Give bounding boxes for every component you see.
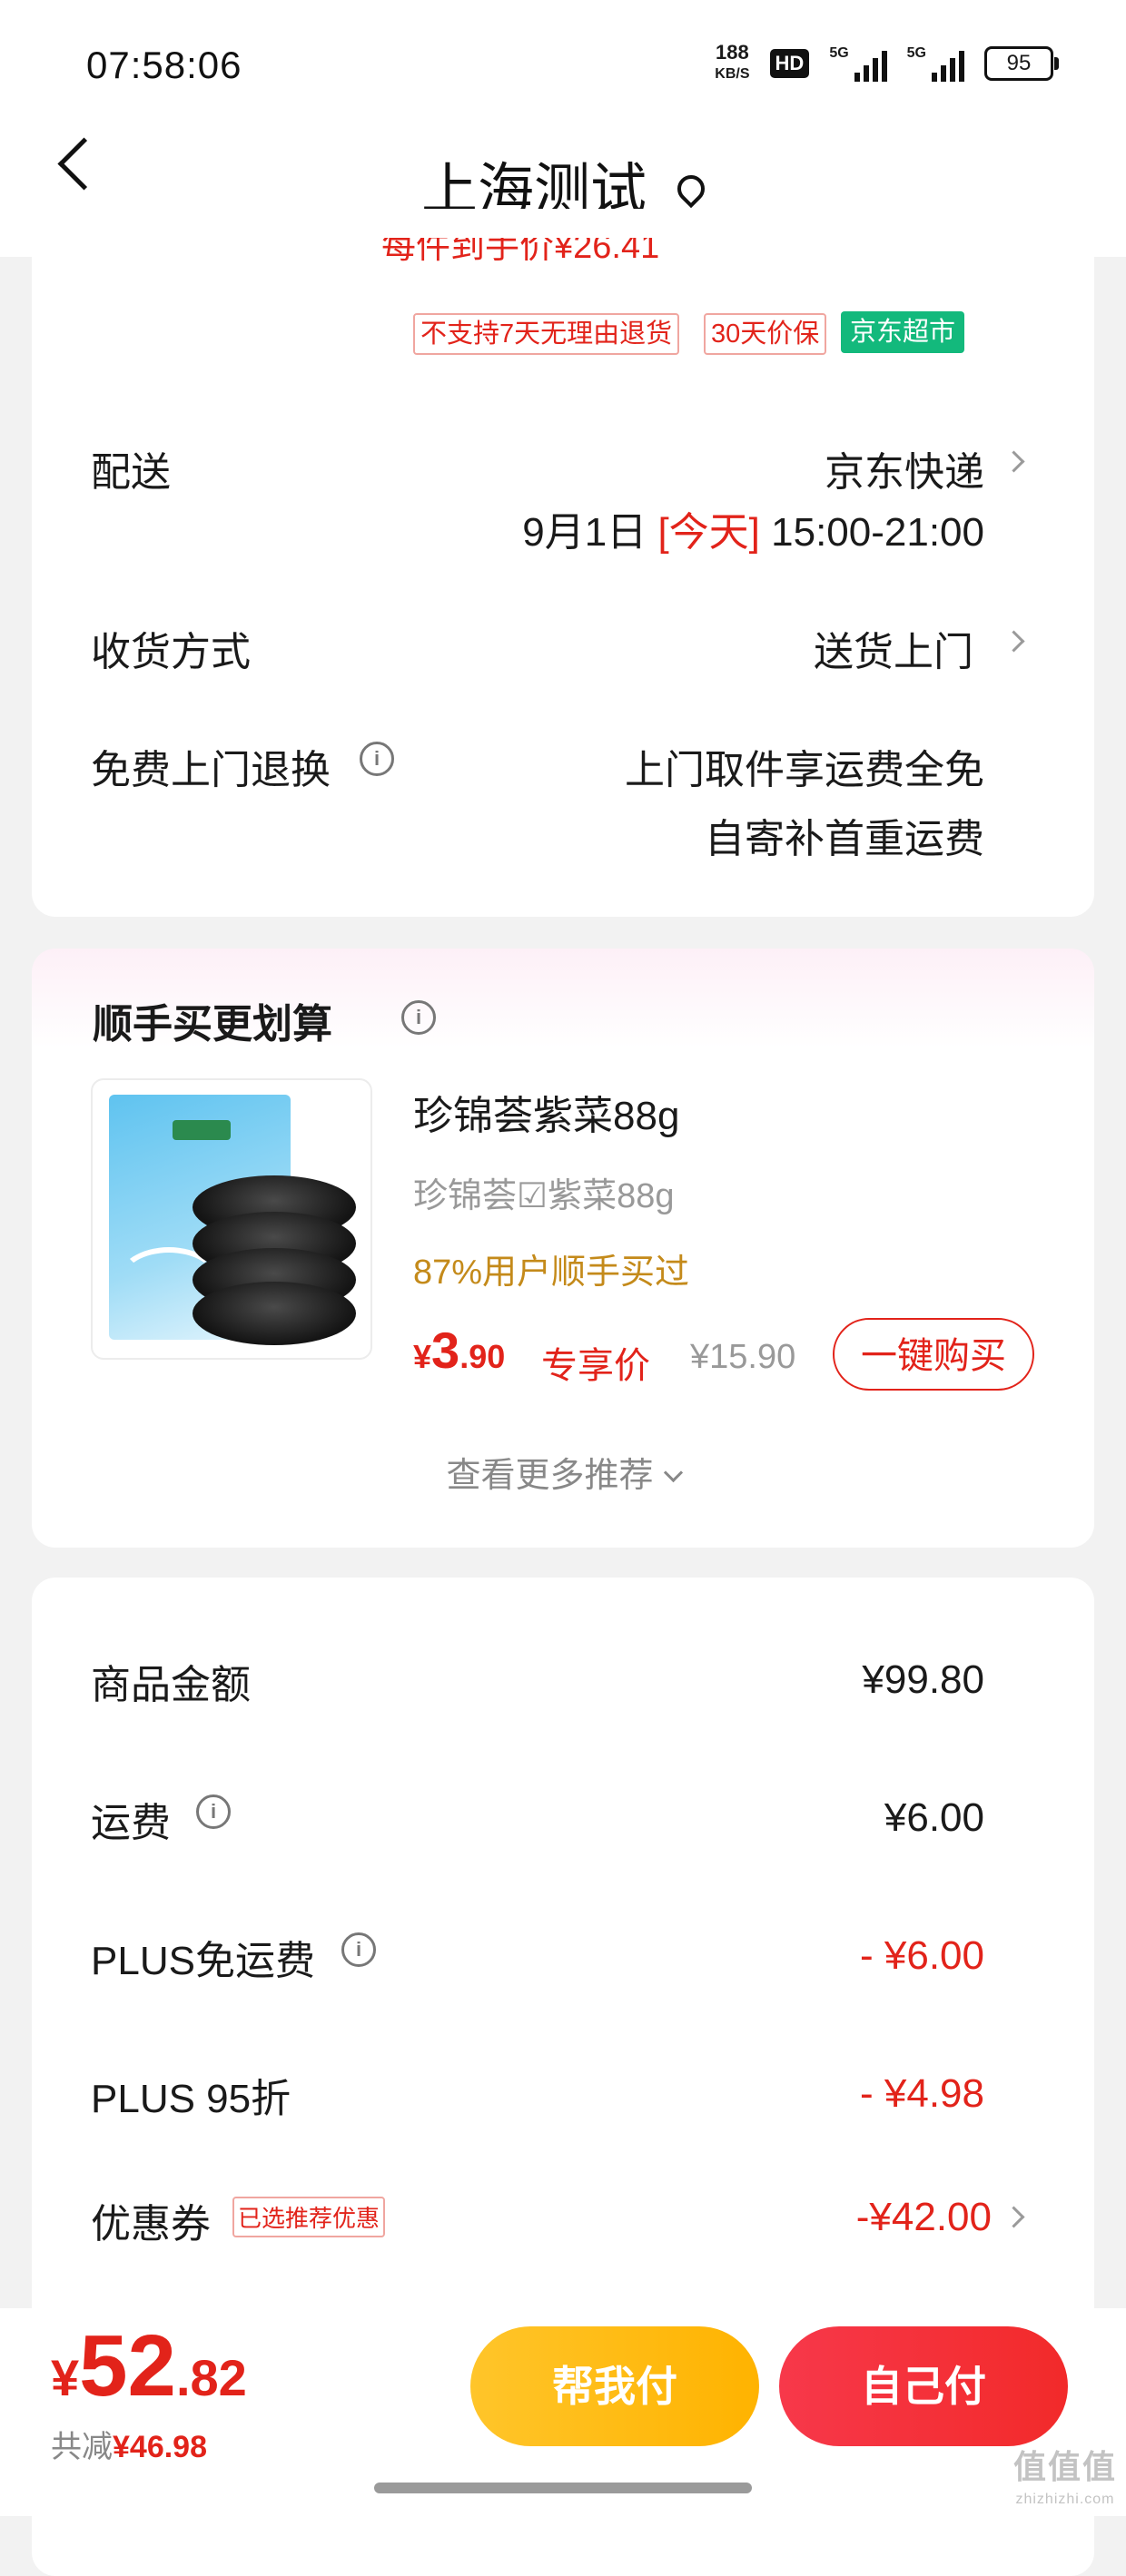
help-pay-button[interactable]: 帮我付 <box>470 2326 759 2446</box>
total-saved: 共减¥46.98 <box>51 2422 207 2466</box>
total-int: 52 <box>79 2317 176 2414</box>
info-icon[interactable]: i <box>196 1794 231 1829</box>
watermark: 值值值 zhizhizhi.com <box>1013 2451 1117 2516</box>
fee-shipping-value: ¥6.00 <box>884 1795 984 1840</box>
signal-icon-2: 5G <box>907 45 964 82</box>
quick-buy-button[interactable]: 一键购买 <box>833 1318 1034 1391</box>
saved-value: ¥46.98 <box>113 2430 207 2464</box>
fee-shipping-label: 运费 <box>91 1801 171 1845</box>
watermark-sub: zhizhizhi.com <box>1015 2492 1115 2507</box>
product-name[interactable]: 珍锦荟紫菜88g <box>413 1083 679 1141</box>
product-spec: 珍锦荟☑紫菜88g <box>413 1177 675 1215</box>
info-icon[interactable]: i <box>401 1000 436 1035</box>
delivery-date: 9月1日 <box>522 510 647 555</box>
signal-icon: 5G <box>829 45 887 82</box>
coupon-recommend-tag: 已选推荐优惠 <box>232 2197 386 2237</box>
more-recommend-link[interactable]: 查看更多推荐 <box>0 1447 1126 1497</box>
seaweed-disc <box>193 1282 356 1345</box>
fee-coupon-value[interactable]: -¥42.00 <box>856 2195 992 2240</box>
receive-label: 收货方式 <box>91 630 251 674</box>
original-price: ¥15.90 <box>690 1338 796 1376</box>
return-label: 免费上门退换 <box>91 748 331 792</box>
info-icon[interactable]: i <box>360 742 394 776</box>
fee-plus-discount-label: PLUS 95折 <box>91 2077 291 2121</box>
total-price: ¥52.82 <box>51 2316 247 2416</box>
fee-plus-free-value: - ¥6.00 <box>860 1933 984 1978</box>
recommend-title-text: 顺手买更划算 <box>93 1002 332 1047</box>
hd-icon: HD <box>769 49 810 78</box>
fee-plus-free-label: PLUS免运费 <box>91 1939 315 1983</box>
recommend-title: 顺手买更划算 <box>93 991 332 1049</box>
fee-coupon-label: 优惠券 <box>91 2202 211 2247</box>
network-speed: 188 KB/S <box>715 42 749 85</box>
watermark-text: 值值值 <box>1012 2448 1117 2485</box>
status-icons: 188 KB/S HD 5G 5G 95 <box>715 42 1059 85</box>
network-speed-value: 188 <box>716 41 749 64</box>
price-int: 3 <box>431 1322 460 1379</box>
price-yen: ¥ <box>413 1338 432 1375</box>
delivery-carrier[interactable]: 京东快递 <box>825 439 984 497</box>
special-price-label: 专享价 <box>541 1346 650 1386</box>
total-dec: .82 <box>175 2349 247 2406</box>
info-icon[interactable]: i <box>341 1932 376 1967</box>
product-image[interactable] <box>91 1078 372 1360</box>
status-time: 07:58:06 <box>86 44 242 86</box>
per-item-price: 每件到手价¥26.41 <box>381 238 660 263</box>
brand-logo <box>173 1120 231 1140</box>
fee-goods-label: 商品金额 <box>91 1663 251 1707</box>
location-pin-icon <box>671 169 711 208</box>
home-indicator[interactable] <box>374 2483 752 2493</box>
return-line2: 自寄补首重运费 <box>705 817 984 861</box>
more-recommend-text: 查看更多推荐 <box>446 1457 654 1495</box>
battery-icon: 95 <box>984 46 1059 81</box>
receive-value[interactable]: 送货上门 <box>814 619 973 677</box>
signal-label-2: 5G <box>906 45 926 61</box>
tag-price-protect: 30天价保 <box>704 313 827 355</box>
fee-goods-value: ¥99.80 <box>862 1657 984 1702</box>
signal-label: 5G <box>829 45 849 61</box>
return-line1: 上门取件享运费全免 <box>625 748 984 792</box>
delivery-time: 9月1日 [今天] 15:00-21:00 <box>522 499 984 557</box>
product-price: ¥3.90 <box>413 1321 505 1380</box>
product-buyers: 87%用户顺手买过 <box>413 1254 690 1292</box>
chevron-down-icon <box>663 1462 683 1483</box>
network-speed-unit: KB/S <box>715 66 750 82</box>
delivery-window: 15:00-21:00 <box>771 510 984 555</box>
tag-jd-supermarket: 京东超市 <box>841 311 965 353</box>
delivery-label: 配送 <box>91 450 171 495</box>
fee-plus-discount-value: - ¥4.98 <box>860 2071 984 2116</box>
delivery-today: [今天] <box>657 510 760 555</box>
price-dec: .90 <box>459 1338 506 1375</box>
saved-label: 共减 <box>51 2430 113 2464</box>
self-pay-button[interactable]: 自己付 <box>779 2326 1068 2446</box>
tag-no-return: 不支持7天无理由退货 <box>413 313 680 355</box>
total-yen: ¥ <box>51 2349 80 2406</box>
